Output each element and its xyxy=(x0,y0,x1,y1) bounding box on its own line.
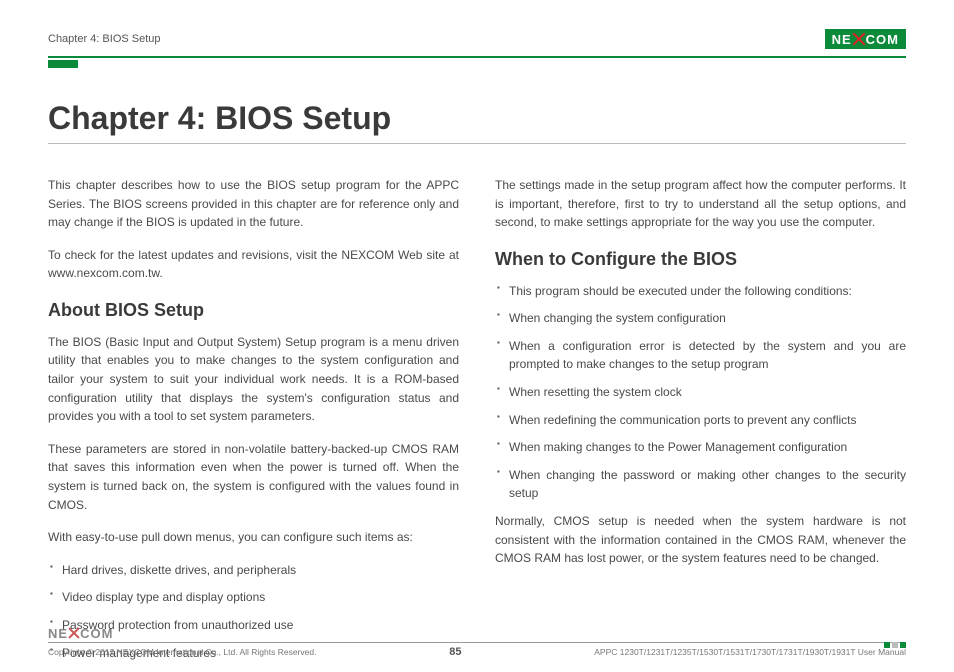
left-column: This chapter describes how to use the BI… xyxy=(48,176,459,671)
footer-logo-left: NE xyxy=(48,626,68,641)
intro-paragraph-2: To check for the latest updates and revi… xyxy=(48,246,459,283)
page-number: 85 xyxy=(449,646,461,658)
brand-logo: NE COM xyxy=(825,29,906,49)
logo-left: NE xyxy=(832,32,852,47)
right-top-paragraph: The settings made in the setup program a… xyxy=(495,176,906,232)
closing-paragraph: Normally, CMOS setup is needed when the … xyxy=(495,512,906,568)
about-paragraph-2: These parameters are stored in non-volat… xyxy=(48,440,459,514)
when-heading: When to Configure the BIOS xyxy=(495,246,906,274)
footer-x-icon xyxy=(68,627,80,639)
list-item: Hard drives, diskette drives, and periph… xyxy=(48,561,459,580)
footer-logo-right: COM xyxy=(80,626,113,641)
page-title: Chapter 4: BIOS Setup xyxy=(48,100,906,137)
list-item: When redefining the communication ports … xyxy=(495,411,906,430)
logo-x-icon xyxy=(852,32,866,46)
footer-logo: NE COM xyxy=(48,626,113,641)
when-list: This program should be executed under th… xyxy=(495,282,906,503)
list-item: When making changes to the Power Managem… xyxy=(495,438,906,457)
list-item: Video display type and display options xyxy=(48,588,459,607)
title-rule xyxy=(48,143,906,144)
footer-rule xyxy=(48,642,906,643)
about-paragraph-3: With easy-to-use pull down menus, you ca… xyxy=(48,528,459,547)
list-item: When resetting the system clock xyxy=(495,383,906,402)
list-item: When changing the password or making oth… xyxy=(495,466,906,503)
intro-paragraph-1: This chapter describes how to use the BI… xyxy=(48,176,459,232)
list-item: When changing the system configuration xyxy=(495,309,906,328)
list-item: This program should be executed under th… xyxy=(495,282,906,301)
header-chapter: Chapter 4: BIOS Setup xyxy=(48,33,161,45)
logo-right: COM xyxy=(866,32,899,47)
footer-squares-icon xyxy=(884,642,906,648)
page-footer: NE COM Copyright © 2012 NEXCOM Internati… xyxy=(48,624,906,658)
about-paragraph-1: The BIOS (Basic Input and Output System)… xyxy=(48,333,459,426)
footer-copyright: Copyright © 2012 NEXCOM International Co… xyxy=(48,647,316,657)
footer-manual: APPC 1230T/1231T/1235T/1530T/1531T/1730T… xyxy=(594,647,906,657)
list-item: When a configuration error is detected b… xyxy=(495,337,906,374)
right-column: The settings made in the setup program a… xyxy=(495,176,906,671)
about-heading: About BIOS Setup xyxy=(48,297,459,325)
header-rule xyxy=(48,56,906,58)
